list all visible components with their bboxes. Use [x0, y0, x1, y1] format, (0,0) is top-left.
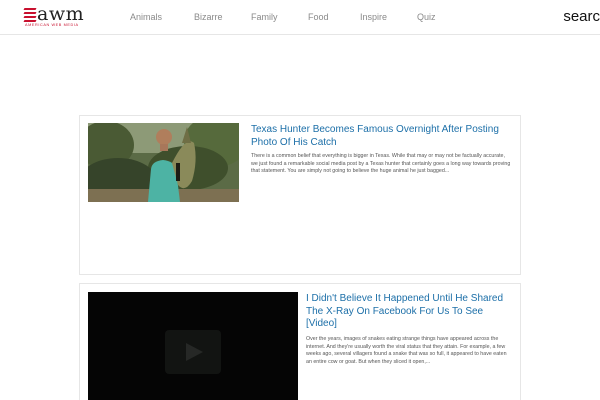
site-header: awm AMERICAN WEB MEDIA Animals Bizarre F…	[0, 0, 600, 35]
article-excerpt: Over the years, images of snakes eating …	[306, 336, 507, 365]
nav-item-animals[interactable]: Animals	[130, 12, 162, 22]
article-title-link[interactable]: I Didn't Believe It Happened Until He Sh…	[306, 293, 511, 331]
play-icon	[186, 343, 203, 361]
search-button[interactable]: searc	[563, 8, 600, 25]
nav-item-inspire[interactable]: Inspire	[360, 12, 387, 22]
nav-item-food[interactable]: Food	[308, 12, 329, 22]
article-excerpt: There is a common belief that everything…	[251, 153, 511, 175]
article-card: Texas Hunter Becomes Famous Overnight Af…	[79, 115, 521, 275]
nav-item-quiz[interactable]: Quiz	[417, 12, 436, 22]
article-card: I Didn't Believe It Happened Until He Sh…	[79, 283, 521, 400]
article-thumbnail[interactable]	[88, 123, 239, 202]
hunter-photo-image	[88, 123, 239, 202]
site-logo[interactable]: awm AMERICAN WEB MEDIA	[23, 3, 94, 30]
logo-text: awm	[37, 3, 85, 25]
play-button[interactable]	[165, 330, 221, 374]
nav-item-bizarre[interactable]: Bizarre	[194, 12, 223, 22]
article-title-link[interactable]: Texas Hunter Becomes Famous Overnight Af…	[251, 124, 513, 149]
video-player[interactable]	[88, 292, 298, 400]
logo-subtitle: AMERICAN WEB MEDIA	[25, 23, 79, 27]
logo-stripes-icon	[23, 7, 37, 22]
nav-item-family[interactable]: Family	[251, 12, 278, 22]
